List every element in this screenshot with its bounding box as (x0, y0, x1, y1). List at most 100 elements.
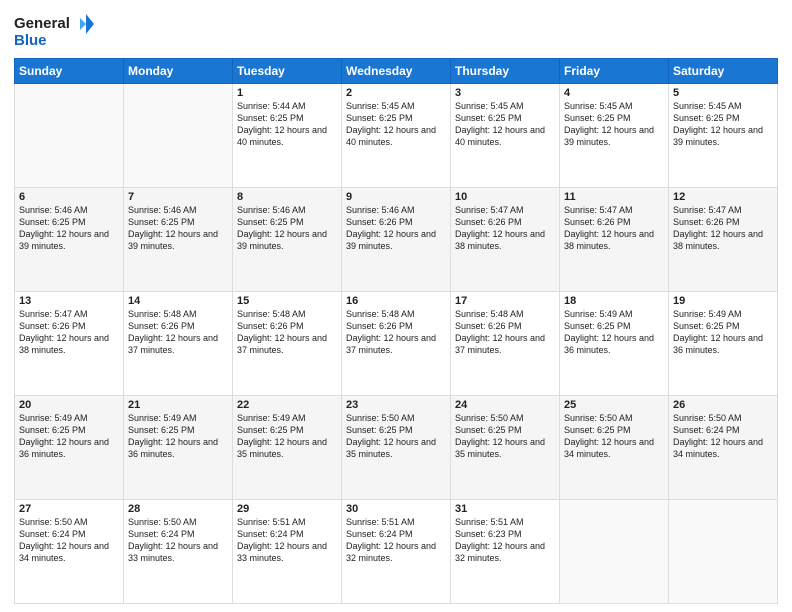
day-info: Sunrise: 5:51 AM Sunset: 6:24 PM Dayligh… (237, 516, 337, 565)
day-info: Sunrise: 5:50 AM Sunset: 6:24 PM Dayligh… (128, 516, 228, 565)
day-info: Sunrise: 5:50 AM Sunset: 6:24 PM Dayligh… (19, 516, 119, 565)
day-info: Sunrise: 5:47 AM Sunset: 6:26 PM Dayligh… (19, 308, 119, 357)
day-cell: 5Sunrise: 5:45 AM Sunset: 6:25 PM Daylig… (669, 84, 778, 188)
day-info: Sunrise: 5:45 AM Sunset: 6:25 PM Dayligh… (455, 100, 555, 149)
logo-svg: General Blue (14, 10, 94, 52)
day-info: Sunrise: 5:49 AM Sunset: 6:25 PM Dayligh… (564, 308, 664, 357)
day-info: Sunrise: 5:49 AM Sunset: 6:25 PM Dayligh… (19, 412, 119, 461)
day-cell: 30Sunrise: 5:51 AM Sunset: 6:24 PM Dayli… (342, 500, 451, 604)
day-number: 25 (564, 399, 664, 411)
day-cell: 9Sunrise: 5:46 AM Sunset: 6:26 PM Daylig… (342, 188, 451, 292)
week-row-2: 6Sunrise: 5:46 AM Sunset: 6:25 PM Daylig… (15, 188, 778, 292)
day-number: 18 (564, 295, 664, 307)
week-row-3: 13Sunrise: 5:47 AM Sunset: 6:26 PM Dayli… (15, 292, 778, 396)
day-number: 5 (673, 87, 773, 99)
day-cell: 1Sunrise: 5:44 AM Sunset: 6:25 PM Daylig… (233, 84, 342, 188)
day-cell: 22Sunrise: 5:49 AM Sunset: 6:25 PM Dayli… (233, 396, 342, 500)
day-cell: 3Sunrise: 5:45 AM Sunset: 6:25 PM Daylig… (451, 84, 560, 188)
day-cell: 11Sunrise: 5:47 AM Sunset: 6:26 PM Dayli… (560, 188, 669, 292)
day-info: Sunrise: 5:51 AM Sunset: 6:24 PM Dayligh… (346, 516, 446, 565)
day-info: Sunrise: 5:46 AM Sunset: 6:25 PM Dayligh… (19, 204, 119, 253)
day-info: Sunrise: 5:47 AM Sunset: 6:26 PM Dayligh… (673, 204, 773, 253)
day-info: Sunrise: 5:49 AM Sunset: 6:25 PM Dayligh… (673, 308, 773, 357)
day-number: 12 (673, 191, 773, 203)
weekday-monday: Monday (124, 59, 233, 84)
day-number: 26 (673, 399, 773, 411)
day-cell: 8Sunrise: 5:46 AM Sunset: 6:25 PM Daylig… (233, 188, 342, 292)
day-cell: 20Sunrise: 5:49 AM Sunset: 6:25 PM Dayli… (15, 396, 124, 500)
day-info: Sunrise: 5:47 AM Sunset: 6:26 PM Dayligh… (564, 204, 664, 253)
day-number: 1 (237, 87, 337, 99)
day-cell: 18Sunrise: 5:49 AM Sunset: 6:25 PM Dayli… (560, 292, 669, 396)
day-cell: 7Sunrise: 5:46 AM Sunset: 6:25 PM Daylig… (124, 188, 233, 292)
weekday-header-row: SundayMondayTuesdayWednesdayThursdayFrid… (15, 59, 778, 84)
day-number: 19 (673, 295, 773, 307)
day-cell: 4Sunrise: 5:45 AM Sunset: 6:25 PM Daylig… (560, 84, 669, 188)
day-cell: 27Sunrise: 5:50 AM Sunset: 6:24 PM Dayli… (15, 500, 124, 604)
day-number: 10 (455, 191, 555, 203)
day-number: 22 (237, 399, 337, 411)
day-info: Sunrise: 5:46 AM Sunset: 6:26 PM Dayligh… (346, 204, 446, 253)
day-number: 2 (346, 87, 446, 99)
calendar-table: SundayMondayTuesdayWednesdayThursdayFrid… (14, 58, 778, 604)
day-info: Sunrise: 5:48 AM Sunset: 6:26 PM Dayligh… (128, 308, 228, 357)
day-cell: 12Sunrise: 5:47 AM Sunset: 6:26 PM Dayli… (669, 188, 778, 292)
day-cell: 15Sunrise: 5:48 AM Sunset: 6:26 PM Dayli… (233, 292, 342, 396)
day-number: 7 (128, 191, 228, 203)
day-cell: 31Sunrise: 5:51 AM Sunset: 6:23 PM Dayli… (451, 500, 560, 604)
day-number: 9 (346, 191, 446, 203)
day-number: 30 (346, 503, 446, 515)
weekday-sunday: Sunday (15, 59, 124, 84)
day-number: 15 (237, 295, 337, 307)
day-cell: 23Sunrise: 5:50 AM Sunset: 6:25 PM Dayli… (342, 396, 451, 500)
day-number: 16 (346, 295, 446, 307)
weekday-thursday: Thursday (451, 59, 560, 84)
day-number: 28 (128, 503, 228, 515)
day-cell: 26Sunrise: 5:50 AM Sunset: 6:24 PM Dayli… (669, 396, 778, 500)
day-info: Sunrise: 5:48 AM Sunset: 6:26 PM Dayligh… (346, 308, 446, 357)
day-info: Sunrise: 5:46 AM Sunset: 6:25 PM Dayligh… (237, 204, 337, 253)
day-cell: 29Sunrise: 5:51 AM Sunset: 6:24 PM Dayli… (233, 500, 342, 604)
svg-text:Blue: Blue (14, 32, 47, 49)
day-number: 21 (128, 399, 228, 411)
day-info: Sunrise: 5:47 AM Sunset: 6:26 PM Dayligh… (455, 204, 555, 253)
day-info: Sunrise: 5:44 AM Sunset: 6:25 PM Dayligh… (237, 100, 337, 149)
day-info: Sunrise: 5:49 AM Sunset: 6:25 PM Dayligh… (128, 412, 228, 461)
day-number: 20 (19, 399, 119, 411)
day-cell: 6Sunrise: 5:46 AM Sunset: 6:25 PM Daylig… (15, 188, 124, 292)
day-info: Sunrise: 5:49 AM Sunset: 6:25 PM Dayligh… (237, 412, 337, 461)
day-info: Sunrise: 5:50 AM Sunset: 6:25 PM Dayligh… (455, 412, 555, 461)
day-info: Sunrise: 5:50 AM Sunset: 6:25 PM Dayligh… (346, 412, 446, 461)
day-cell (15, 84, 124, 188)
day-info: Sunrise: 5:50 AM Sunset: 6:25 PM Dayligh… (564, 412, 664, 461)
day-cell (669, 500, 778, 604)
day-number: 14 (128, 295, 228, 307)
day-info: Sunrise: 5:46 AM Sunset: 6:25 PM Dayligh… (128, 204, 228, 253)
day-cell: 2Sunrise: 5:45 AM Sunset: 6:25 PM Daylig… (342, 84, 451, 188)
day-cell: 25Sunrise: 5:50 AM Sunset: 6:25 PM Dayli… (560, 396, 669, 500)
week-row-1: 1Sunrise: 5:44 AM Sunset: 6:25 PM Daylig… (15, 84, 778, 188)
day-info: Sunrise: 5:45 AM Sunset: 6:25 PM Dayligh… (346, 100, 446, 149)
day-number: 3 (455, 87, 555, 99)
weekday-saturday: Saturday (669, 59, 778, 84)
weekday-friday: Friday (560, 59, 669, 84)
day-cell (560, 500, 669, 604)
day-info: Sunrise: 5:50 AM Sunset: 6:24 PM Dayligh… (673, 412, 773, 461)
day-number: 11 (564, 191, 664, 203)
day-number: 24 (455, 399, 555, 411)
day-cell: 16Sunrise: 5:48 AM Sunset: 6:26 PM Dayli… (342, 292, 451, 396)
weekday-wednesday: Wednesday (342, 59, 451, 84)
page: General Blue SundayMondayTuesdayWednesda… (0, 0, 792, 612)
day-cell: 19Sunrise: 5:49 AM Sunset: 6:25 PM Dayli… (669, 292, 778, 396)
day-number: 13 (19, 295, 119, 307)
day-number: 31 (455, 503, 555, 515)
day-cell: 24Sunrise: 5:50 AM Sunset: 6:25 PM Dayli… (451, 396, 560, 500)
week-row-5: 27Sunrise: 5:50 AM Sunset: 6:24 PM Dayli… (15, 500, 778, 604)
svg-text:General: General (14, 15, 70, 32)
day-number: 27 (19, 503, 119, 515)
day-info: Sunrise: 5:45 AM Sunset: 6:25 PM Dayligh… (673, 100, 773, 149)
header: General Blue (14, 10, 778, 52)
day-info: Sunrise: 5:45 AM Sunset: 6:25 PM Dayligh… (564, 100, 664, 149)
day-cell (124, 84, 233, 188)
week-row-4: 20Sunrise: 5:49 AM Sunset: 6:25 PM Dayli… (15, 396, 778, 500)
